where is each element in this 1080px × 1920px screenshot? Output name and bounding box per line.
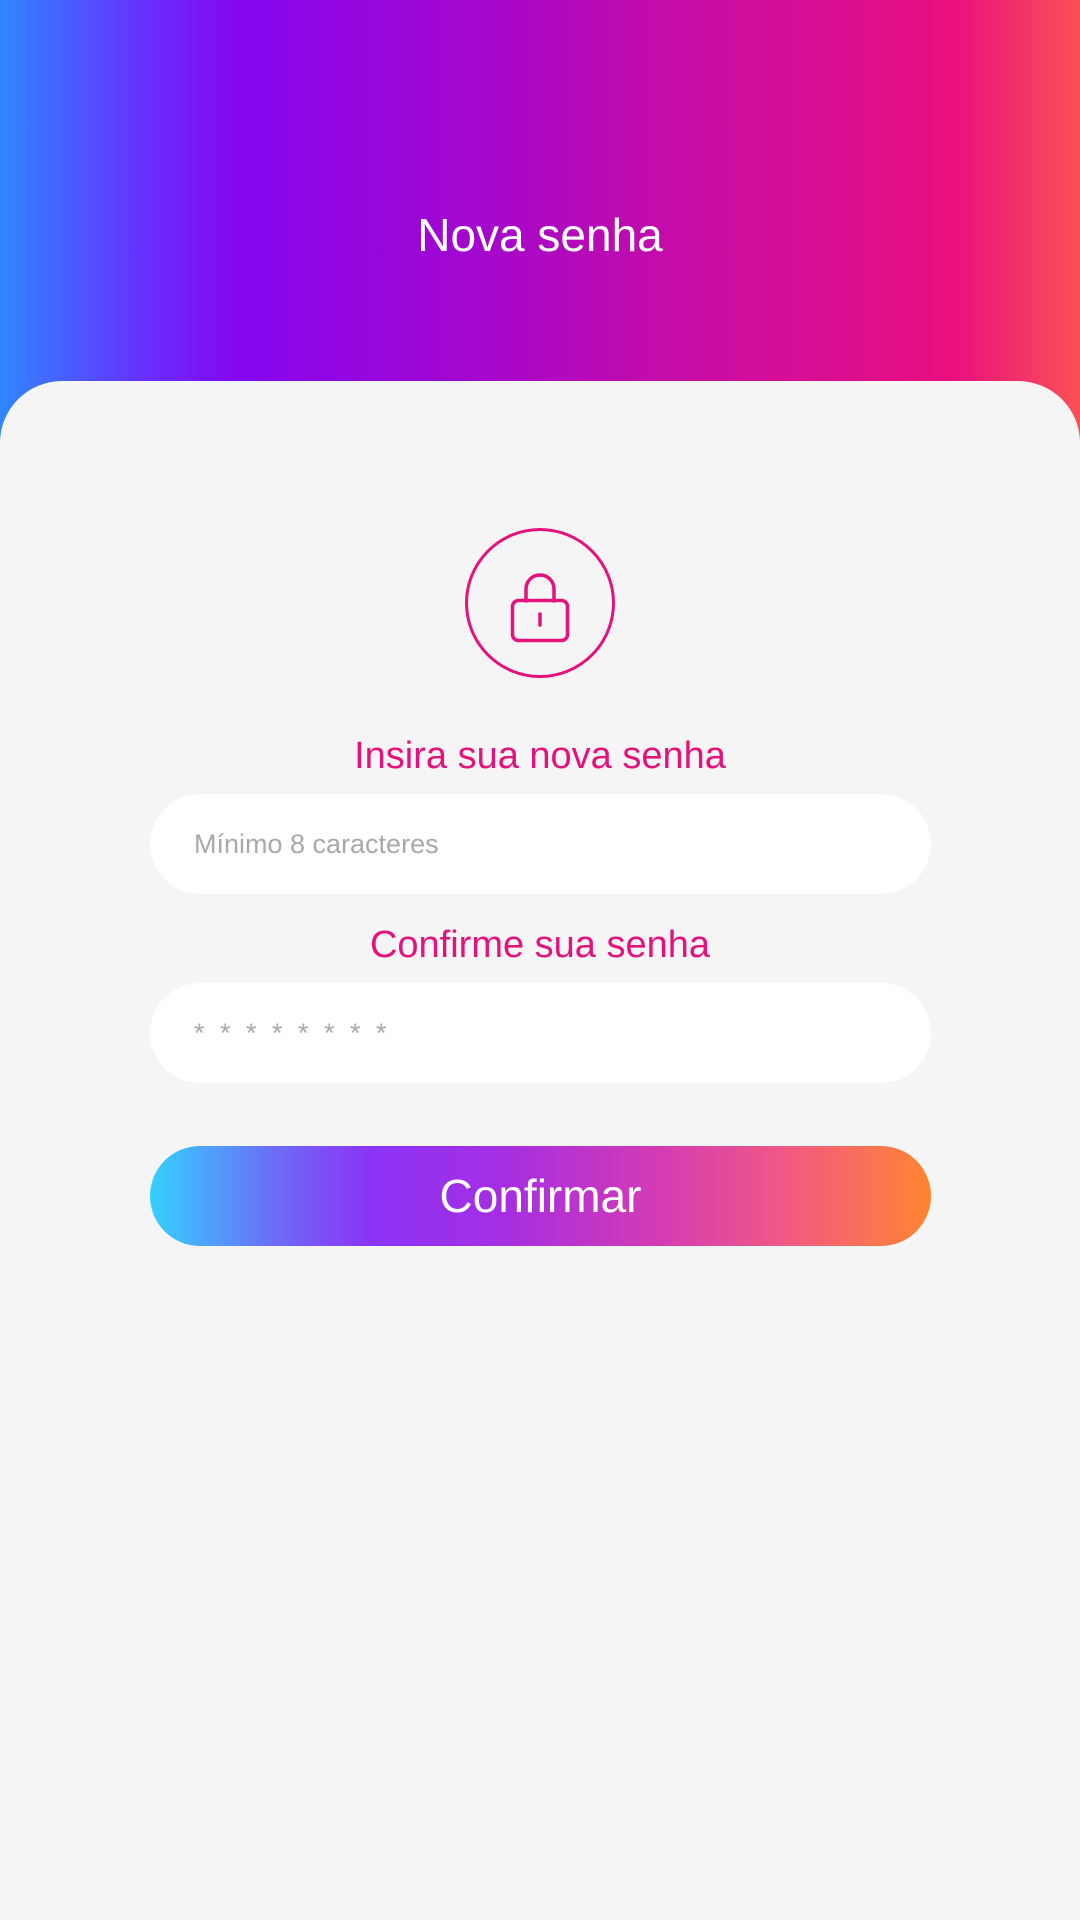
confirm-password-label: Confirme sua senha xyxy=(369,924,711,966)
lock-icon xyxy=(464,527,616,679)
page-title: Nova senha xyxy=(417,209,663,261)
new-password-input[interactable] xyxy=(150,794,931,894)
confirm-password-input[interactable] xyxy=(150,983,931,1083)
confirm-button[interactable]: Confirmar xyxy=(150,1146,931,1246)
header: Nova senha xyxy=(0,0,1080,440)
new-password-label: Insira sua nova senha xyxy=(354,735,726,777)
